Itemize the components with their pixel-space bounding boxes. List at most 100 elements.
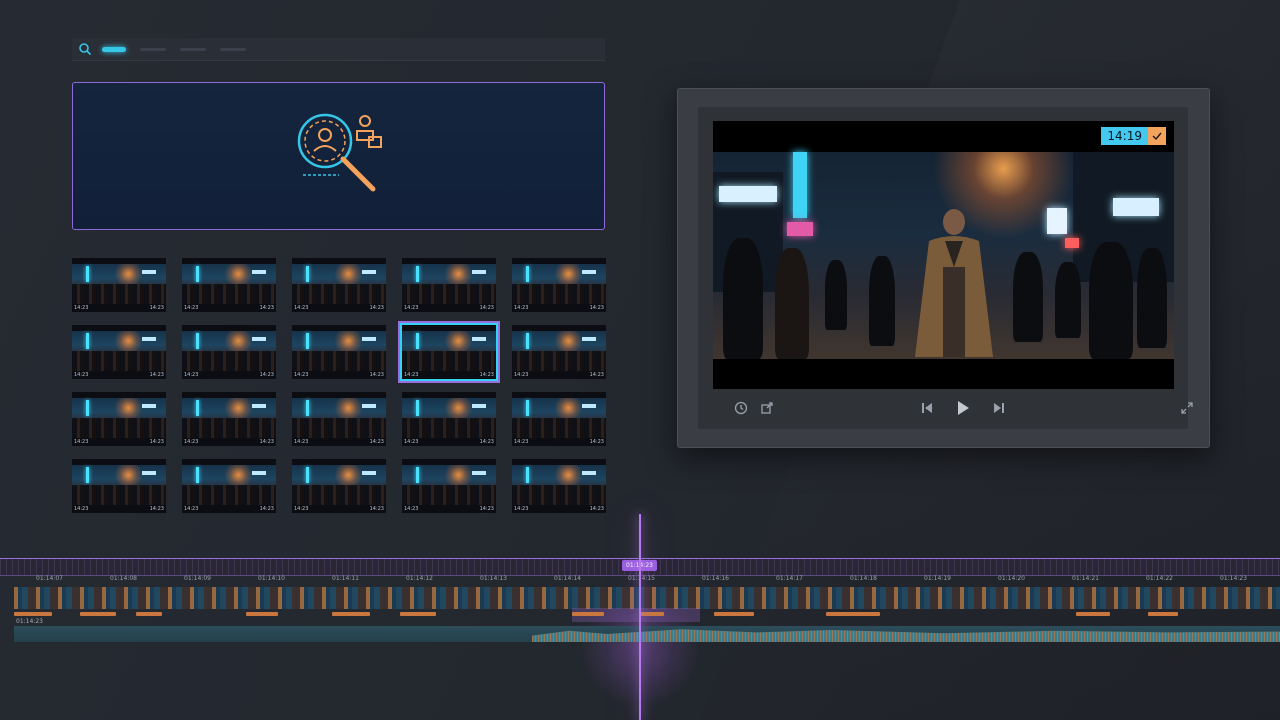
thumbnail[interactable]: 14:23 14:23 — [72, 392, 166, 446]
breadcrumb-3[interactable] — [220, 47, 246, 51]
audio-track[interactable] — [14, 626, 1280, 642]
thumbnail-end-time: 14:23 — [259, 305, 274, 311]
thumbnail[interactable]: 14:23 14:23 — [182, 459, 276, 513]
face-search-icon — [297, 113, 382, 192]
clock-icon[interactable] — [732, 399, 750, 417]
thumbnail-end-time: 14:23 — [149, 372, 164, 378]
thumbnail-start-time: 14:23 — [514, 506, 529, 512]
match-marker[interactable] — [1076, 612, 1110, 616]
face-search-card[interactable] — [72, 82, 605, 230]
tick-label: 01:14:12 — [406, 575, 433, 582]
match-marker[interactable] — [640, 612, 664, 616]
skip-back-icon[interactable] — [918, 399, 936, 417]
thumbnail[interactable]: 14:23 14:23 — [182, 325, 276, 379]
tick-label: 01:14:16 — [702, 575, 729, 582]
thumbnail[interactable]: 14:23 14:23 — [72, 258, 166, 312]
thumbnail[interactable]: 14:23 14:23 — [182, 392, 276, 446]
thumbnail[interactable]: 14:23 14:23 — [512, 392, 606, 446]
video-track[interactable] — [14, 587, 1280, 609]
thumbnail[interactable]: 14:23 14:23 — [292, 325, 386, 379]
thumbnail-end-time: 14:23 — [479, 305, 494, 311]
match-marker[interactable] — [826, 612, 880, 616]
thumbnail-start-time: 14:23 — [184, 439, 199, 445]
thumbnail-end-time: 14:23 — [149, 506, 164, 512]
tick-label: 01:14:09 — [184, 575, 211, 582]
tick-label: 01:14:21 — [1072, 575, 1099, 582]
thumbnail-start-time: 14:23 — [404, 305, 419, 311]
thumbnail-start-time: 14:23 — [404, 506, 419, 512]
thumbnail[interactable]: 14:23 14:23 — [512, 258, 606, 312]
thumbnail-end-time: 14:23 — [149, 439, 164, 445]
thumbnail-start-time: 14:23 — [514, 439, 529, 445]
thumbnail-end-time: 14:23 — [589, 372, 604, 378]
tick-label: 01:14:23 — [1220, 575, 1247, 582]
match-marker[interactable] — [1148, 612, 1178, 616]
match-marker[interactable] — [332, 612, 370, 616]
breadcrumb-2[interactable] — [180, 47, 206, 51]
video-player[interactable]: 14:19 — [713, 121, 1174, 389]
thumbnail-start-time: 14:23 — [514, 372, 529, 378]
thumbnail[interactable]: 14:23 14:23 — [72, 459, 166, 513]
tick-label: 01:14:14 — [554, 575, 581, 582]
thumbnail[interactable]: 14:23 14:23 — [402, 258, 496, 312]
thumbnail-start-time: 14:23 — [184, 305, 199, 311]
export-icon[interactable] — [758, 399, 776, 417]
thumbnail-start-time: 14:23 — [294, 372, 309, 378]
fullscreen-icon[interactable] — [1178, 399, 1196, 417]
tick-label: 01:14:11 — [332, 575, 359, 582]
thumbnail-selected[interactable]: 14:23 14:23 — [400, 323, 498, 381]
thumbnail[interactable]: 14:23 14:23 — [512, 459, 606, 513]
thumbnail-end-time: 14:23 — [369, 305, 384, 311]
thumbnail-end-time: 14:23 — [149, 305, 164, 311]
video-frame — [713, 152, 1174, 359]
playhead[interactable] — [639, 514, 641, 720]
thumbnail-end-time: 14:23 — [259, 506, 274, 512]
marker-row — [14, 610, 1280, 618]
match-marker[interactable] — [714, 612, 754, 616]
thumbnail-end-time: 14:23 — [259, 439, 274, 445]
thumbnail-start-time: 14:23 — [74, 439, 89, 445]
breadcrumb-1[interactable] — [140, 47, 166, 51]
match-marker[interactable] — [400, 612, 436, 616]
thumbnail-start-time: 14:23 — [74, 305, 89, 311]
timestamp-badge: 14:19 — [1101, 127, 1166, 145]
thumbnail[interactable]: 14:23 14:23 — [292, 392, 386, 446]
tick-label: 01:14:13 — [480, 575, 507, 582]
thumbnail[interactable]: 14:23 14:23 — [292, 459, 386, 513]
tick-label: 01:14:10 — [258, 575, 285, 582]
thumbnail-end-time: 14:23 — [479, 372, 494, 378]
thumbnail-start-time: 14:23 — [294, 506, 309, 512]
search-icon[interactable] — [78, 42, 92, 56]
timestamp-value: 14:19 — [1101, 127, 1148, 145]
thumbnail[interactable]: 14:23 14:23 — [402, 392, 496, 446]
skip-forward-icon[interactable] — [990, 399, 1008, 417]
thumbnail[interactable]: 14:23 14:23 — [72, 325, 166, 379]
tick-label: 01:14:22 — [1146, 575, 1173, 582]
tick-label: 01:14:15 — [628, 575, 655, 582]
search-query-chip[interactable] — [102, 46, 126, 52]
thumbnail[interactable]: 14:23 14:23 — [292, 258, 386, 312]
thumbnail[interactable]: 14:23 14:23 — [182, 258, 276, 312]
walking-man — [915, 209, 993, 357]
tick-label: 01:14:07 — [36, 575, 63, 582]
search-bar[interactable] — [72, 38, 605, 61]
match-marker[interactable] — [136, 612, 162, 616]
match-marker[interactable] — [246, 612, 278, 616]
thumbnail-start-time: 14:23 — [74, 506, 89, 512]
timeline: 01:14:23 01:14:07 01:14:08 01:14:09 01:14:1… — [0, 514, 1280, 720]
audio-waveform — [532, 629, 1280, 642]
match-marker[interactable] — [572, 612, 604, 616]
tick-label: 01:14:08 — [110, 575, 137, 582]
thumbnail[interactable]: 14:23 14:23 — [512, 325, 606, 379]
player-controls — [698, 397, 1193, 419]
match-marker[interactable] — [80, 612, 116, 616]
play-icon[interactable] — [954, 399, 972, 417]
match-marker[interactable] — [14, 612, 52, 616]
tick-labels: 01:14:07 01:14:08 01:14:09 01:14:10 01:14:11… — [14, 575, 1280, 585]
thumbnail-start-time: 14:23 — [184, 506, 199, 512]
tick-label: 01:14:17 — [776, 575, 803, 582]
thumbnail-start-time: 14:23 — [294, 439, 309, 445]
thumbnail[interactable]: 14:23 14:23 — [402, 459, 496, 513]
thumbnail-end-time: 14:23 — [259, 372, 274, 378]
thumbnail-end-time: 14:23 — [369, 372, 384, 378]
